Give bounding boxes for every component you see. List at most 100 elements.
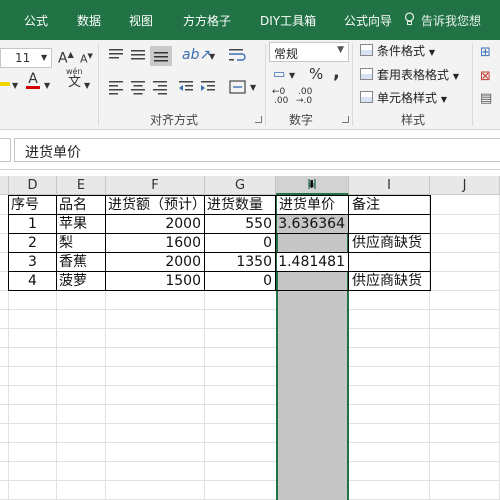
table-cell[interactable]: 4 — [9, 272, 56, 290]
column-header-e[interactable]: E — [57, 176, 106, 195]
align-top-icon[interactable] — [106, 46, 126, 64]
chevron-down-icon[interactable]: ▼ — [12, 82, 18, 90]
tab-formulas[interactable]: 公式 — [24, 12, 48, 29]
header-cell-remark[interactable]: 备注 — [350, 196, 429, 214]
increase-font-label: A — [58, 50, 68, 67]
align-right-icon[interactable] — [150, 78, 170, 96]
table-cell[interactable] — [350, 253, 429, 271]
font-size-select[interactable]: 11 ▼ — [0, 48, 52, 68]
align-center-icon[interactable] — [128, 78, 148, 96]
decrease-decimal-bottom[interactable]: →.0 — [296, 97, 312, 106]
table-cell[interactable]: 1600 — [106, 234, 204, 252]
chevron-down-icon[interactable]: ▼ — [84, 82, 90, 90]
decrease-font-size-button[interactable]: A▼ — [80, 53, 93, 65]
accounting-format-icon[interactable]: ▭ — [273, 68, 285, 81]
column-header-d[interactable]: D — [9, 176, 57, 195]
table-cell[interactable]: 香蕉 — [57, 253, 105, 271]
chevron-down-icon[interactable]: ▼ — [289, 72, 295, 80]
table-border — [348, 195, 349, 291]
align-left-icon[interactable] — [106, 78, 126, 96]
text-orientation-icon[interactable]: ab↗ — [182, 48, 211, 62]
table-cell[interactable]: 菠萝 — [57, 272, 105, 290]
cell-styles-button[interactable]: 单元格样式 ▼ — [360, 89, 447, 106]
group-separator — [352, 44, 353, 126]
table-cell[interactable]: 供应商缺货 — [350, 272, 429, 290]
ribbon-tab-bar: 公式 数据 视图 方方格子 DIY工具箱 公式向导 告诉我您想 — [0, 0, 500, 40]
increase-decimal-bottom[interactable]: .00 — [274, 97, 288, 106]
table-border — [8, 290, 431, 291]
table-cell[interactable]: 苹果 — [57, 215, 105, 233]
table-cell[interactable]: 供应商缺货 — [350, 234, 429, 252]
chevron-down-icon[interactable]: ▼ — [250, 84, 256, 92]
column-header-g[interactable]: G — [205, 176, 276, 195]
chevron-down-icon[interactable]: ▼ — [44, 82, 50, 90]
column-header-f[interactable]: F — [106, 176, 205, 195]
header-cell-unit-price[interactable]: 进货单价 — [277, 196, 348, 214]
decrease-indent-icon[interactable] — [176, 78, 196, 96]
font-color-button[interactable]: A — [26, 72, 40, 89]
header-cell-amount[interactable]: 进货额（预计） — [106, 196, 204, 214]
name-box[interactable] — [0, 138, 11, 162]
gridline — [0, 328, 500, 329]
select-all-corner[interactable] — [0, 176, 9, 195]
tab-view[interactable]: 视图 — [129, 12, 153, 29]
group-label-styles: 样式 — [401, 113, 426, 127]
table-cell[interactable] — [277, 234, 348, 252]
tab-data[interactable]: 数据 — [77, 12, 101, 29]
format-cells-icon[interactable]: ▤ — [480, 92, 492, 105]
table-format-button[interactable]: 套用表格格式 ▼ — [360, 66, 459, 83]
chevron-down-icon[interactable]: ▼ — [209, 53, 215, 61]
align-bottom-icon[interactable] — [150, 46, 172, 66]
number-dialog-launcher[interactable] — [342, 116, 349, 123]
table-cell[interactable]: 1350 — [205, 253, 275, 271]
table-cell[interactable]: 1.481481 — [277, 253, 348, 271]
gridline — [0, 404, 500, 405]
table-cell[interactable]: 1500 — [106, 272, 204, 290]
formula-input[interactable]: 进货单价 — [14, 138, 500, 162]
column-header-i[interactable]: I — [349, 176, 430, 195]
lightbulb-icon — [404, 12, 415, 25]
header-cell-index[interactable]: 序号 — [9, 196, 56, 214]
delete-cells-icon[interactable]: ⊠ — [480, 70, 491, 83]
table-cell[interactable]: 2000 — [106, 253, 204, 271]
decrease-font-label: A — [80, 52, 88, 66]
table-cell[interactable]: 0 — [205, 272, 275, 290]
merge-center-icon[interactable] — [228, 78, 248, 96]
table-cell[interactable]: 1 — [9, 215, 56, 233]
alignment-dialog-launcher[interactable] — [255, 116, 262, 123]
table-cell[interactable]: 3 — [9, 253, 56, 271]
comma-style-button[interactable]: , — [333, 64, 340, 82]
table-cell[interactable] — [277, 272, 348, 290]
align-middle-icon[interactable] — [128, 46, 148, 64]
decrease-arrow-icon: ▼ — [87, 52, 93, 60]
increase-indent-icon[interactable] — [198, 78, 218, 96]
tab-diy-toolbox[interactable]: DIY工具箱 — [260, 12, 316, 29]
wrap-text-icon[interactable] — [226, 46, 248, 66]
conditional-format-button[interactable]: 条件格式 ▼ — [360, 42, 435, 59]
table-cell[interactable] — [350, 215, 429, 233]
percent-style-button[interactable]: % — [309, 67, 323, 82]
table-cell[interactable]: 3.636364 — [277, 215, 348, 233]
worksheet-grid[interactable]: D E F G H I J ⬇ 序号 品名 进货额（预计） 进货数量 进货单价 … — [0, 176, 500, 500]
formula-bar: 进货单价 — [0, 130, 500, 170]
table-cell[interactable]: 梨 — [57, 234, 105, 252]
gridline — [0, 480, 500, 481]
table-cell[interactable]: 550 — [205, 215, 275, 233]
header-cell-quantity[interactable]: 进货数量 — [205, 196, 275, 214]
group-label-alignment: 对齐方式 — [150, 113, 199, 127]
table-cell[interactable]: 2000 — [106, 215, 204, 233]
highlight-color-swatch[interactable] — [0, 82, 10, 86]
gridline — [0, 366, 500, 367]
tell-me-search[interactable]: 告诉我您想 — [404, 12, 481, 29]
number-format-select[interactable]: 常规 ▼ — [269, 42, 349, 62]
phonetic-guide-char[interactable]: 文 — [68, 76, 81, 89]
insert-cells-icon[interactable]: ⊞ — [480, 46, 491, 59]
chevron-down-icon: ▼ — [428, 48, 435, 57]
column-header-j[interactable]: J — [430, 176, 500, 195]
tab-fangfang-gezi[interactable]: 方方格子 — [183, 12, 231, 29]
table-cell[interactable]: 0 — [205, 234, 275, 252]
increase-font-size-button[interactable]: A▲ — [58, 51, 74, 66]
header-cell-name[interactable]: 品名 — [57, 196, 105, 214]
table-cell[interactable]: 2 — [9, 234, 56, 252]
tab-formula-wizard[interactable]: 公式向导 — [344, 12, 392, 29]
